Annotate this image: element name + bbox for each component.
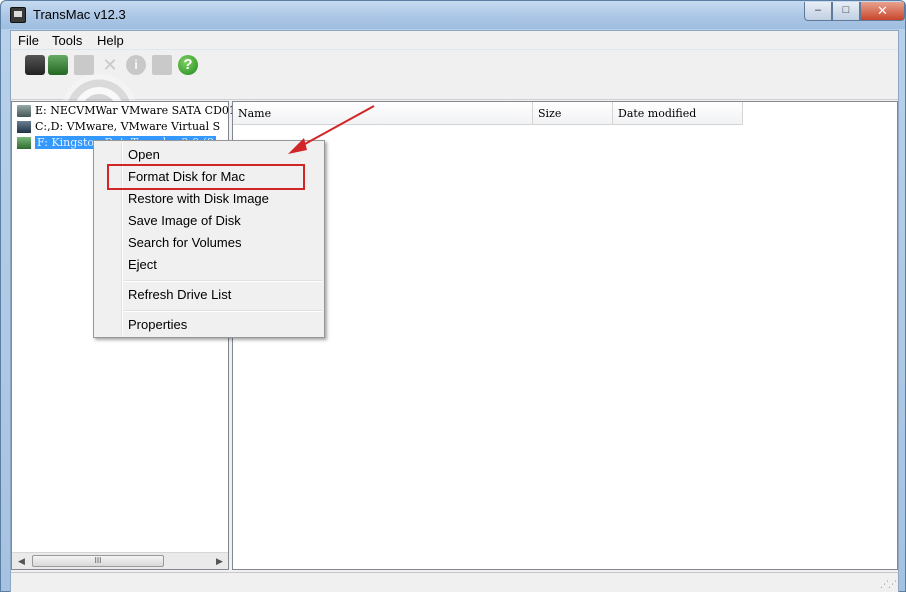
menu-item-properties[interactable]: Properties [128,314,187,336]
tree-item-label: C:,D: VMware, VMware Virtual S [35,120,221,133]
status-bar: ⋰⋰ [11,572,898,592]
menu-separator [124,280,322,282]
annotation-arrow-icon [288,105,375,154]
minimize-button[interactable]: – [804,2,832,21]
window-title: TransMac v12.3 [33,7,126,22]
menu-item-restore-with-disk-image[interactable]: Restore with Disk Image [128,188,269,210]
column-header-date-modified[interactable]: Date modified [613,102,743,125]
tree-horizontal-scrollbar[interactable]: ◀ III ▶ [12,552,228,569]
menu-separator [124,310,322,312]
maximize-button[interactable]: □ [832,2,860,21]
open-drive-icon[interactable] [25,55,45,75]
title-bar[interactable]: TransMac v12.3 – □ ✕ [1,1,905,29]
tree-item-label: E: NECVMWar VMware SATA CD01 ( [35,104,244,117]
tree-item-cd-drive[interactable]: C:,D: VMware, VMware Virtual S [17,119,220,135]
folder-icon[interactable] [74,55,94,75]
delete-icon[interactable]: ✕ [100,55,120,75]
usb-drive-icon [17,137,31,149]
transmac-app-icon [10,7,26,23]
file-list[interactable]: Name Size Date modified [232,101,898,570]
scroll-right-arrow-icon[interactable]: ▶ [216,556,223,567]
column-header-size[interactable]: Size [533,102,613,125]
menu-file[interactable]: File [18,33,39,48]
menu-item-save-image-of-disk[interactable]: Save Image of Disk [128,210,241,232]
toolbar: ✕ i ? [11,50,898,150]
hard-drive-icon [17,121,31,133]
menu-item-refresh-drive-list[interactable]: Refresh Drive List [128,284,231,306]
menu-item-eject[interactable]: Eject [128,254,157,276]
menu-tools[interactable]: Tools [52,33,82,48]
resize-grip-icon[interactable]: ⋰⋰ [880,579,897,590]
close-button[interactable]: ✕ [860,2,905,21]
cd-drive-icon [17,105,31,117]
tree-item-e-drive[interactable]: E: NECVMWar VMware SATA CD01 ( [17,103,244,119]
menu-bar: File Tools Help [11,31,898,50]
menu-item-open[interactable]: Open [128,144,160,166]
menu-item-search-for-volumes[interactable]: Search for Volumes [128,232,241,254]
annotation-highlight-box [107,164,305,190]
scroll-left-arrow-icon[interactable]: ◀ [18,556,25,567]
new-folder-icon[interactable] [152,55,172,75]
help-icon[interactable]: ? [178,55,198,75]
column-header-name[interactable]: Name [233,102,533,125]
menu-help[interactable]: Help [97,33,124,48]
add-volume-icon[interactable] [48,55,68,75]
scroll-thumb[interactable]: III [32,555,164,567]
info-icon[interactable]: i [126,55,146,75]
